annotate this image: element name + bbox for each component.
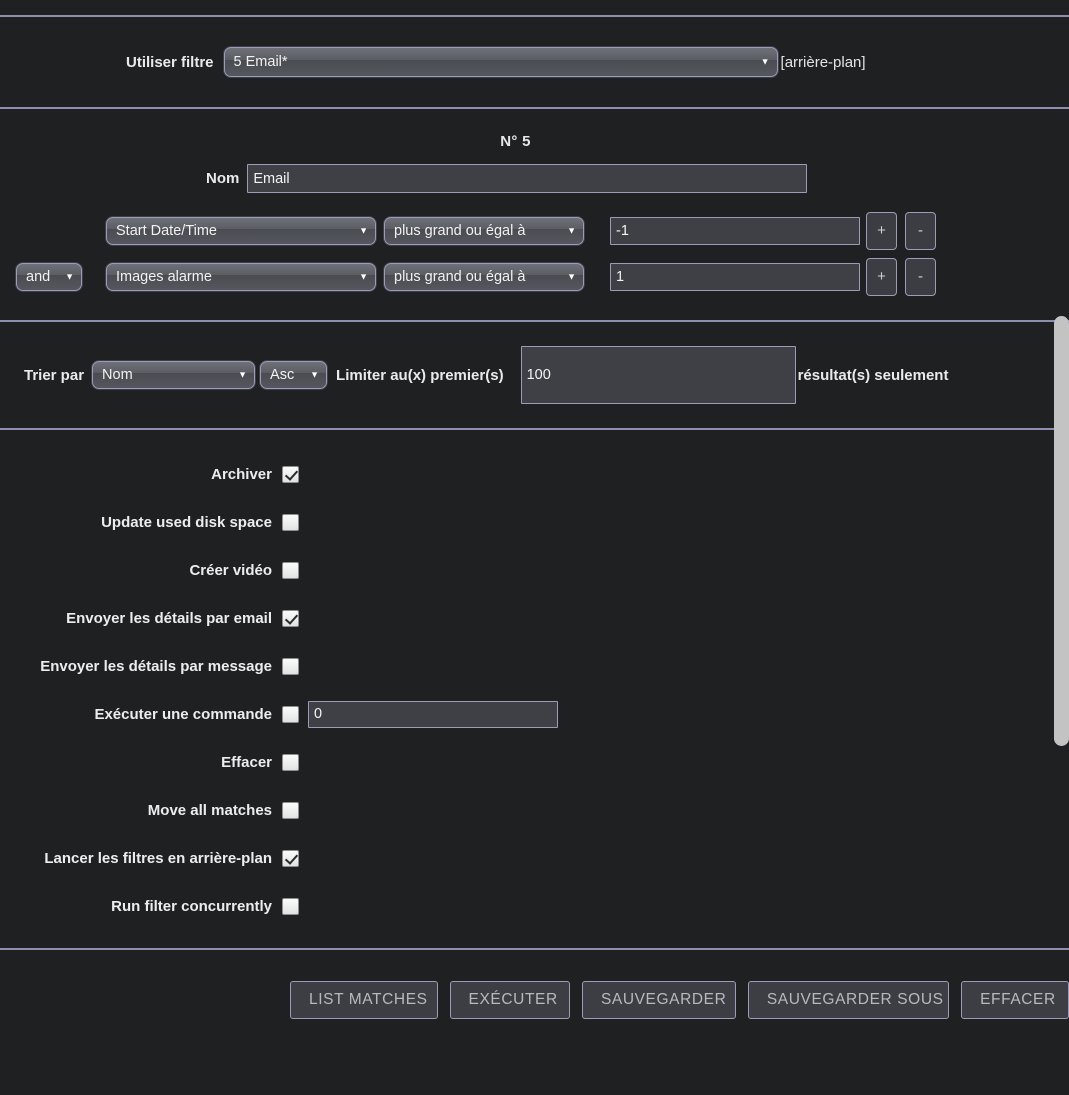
condition-operator-cell-2: plus grand ou égal à ▼ (384, 263, 592, 291)
condition-value-input-2[interactable] (610, 263, 860, 291)
chevron-down-icon: ▼ (359, 271, 368, 282)
add-condition-button-2[interactable]: + (866, 258, 897, 296)
remove-condition-button-1[interactable]: - (905, 212, 936, 250)
use-filter-select-value: 5 Email* (233, 54, 288, 70)
sort-direction-select[interactable]: Asc ▼ (260, 361, 328, 389)
execute-button[interactable]: EXÉCUTER (449, 981, 570, 1019)
chevron-down-icon: ▼ (359, 225, 368, 236)
condition-row: and ▼ Images alarme ▼ plus grand ou égal… (0, 258, 1069, 296)
execute-command-input[interactable] (308, 700, 558, 728)
condition-conjunction-select-2[interactable]: and ▼ (16, 263, 82, 291)
use-filter-label: Utiliser filtre (126, 53, 214, 71)
chevron-down-icon: ▼ (760, 56, 770, 67)
add-condition-button-1[interactable]: + (866, 212, 897, 250)
condition-row: Start Date/Time ▼ plus grand ou égal à ▼… (0, 212, 1069, 250)
action-checkbox-move-all-matches[interactable] (282, 801, 299, 819)
action-label-update-disk-space: Update used disk space (101, 513, 272, 531)
chevron-down-icon: ▼ (65, 271, 74, 282)
condition-value-cell-2 (592, 263, 866, 291)
chevron-down-icon: ▼ (567, 271, 576, 282)
condition-operator-value-2: plus grand ou égal à (394, 269, 526, 285)
action-checkbox-execute-command[interactable] (282, 705, 299, 723)
filter-number-title: N° 5 (500, 133, 531, 150)
condition-value-cell-1 (592, 217, 866, 245)
action-label-email-details: Envoyer les détails par email (66, 609, 272, 627)
vertical-scrollbar-thumb[interactable] (1054, 316, 1069, 746)
action-row-archiver: Archiver (0, 450, 1069, 498)
filter-name-label: Nom (206, 170, 240, 187)
action-checkbox-message-details[interactable] (282, 657, 299, 675)
condition-conjunction-slot-2: and ▼ (0, 263, 106, 291)
actions-list: Archiver Update used disk space Créer vi… (0, 430, 1069, 948)
condition-field-select-2[interactable]: Images alarme ▼ (106, 263, 376, 291)
chevron-down-icon: ▼ (310, 369, 320, 380)
condition-field-cell-1: Start Date/Time ▼ (106, 217, 384, 245)
condition-buttons-2: + - (866, 258, 936, 296)
chevron-down-icon: ▼ (567, 225, 576, 236)
filter-name-input[interactable] (247, 164, 808, 193)
action-label-execute-command: Exécuter une commande (94, 705, 272, 723)
top-spacer (0, 0, 1069, 15)
sort-field-value: Nom (102, 367, 133, 383)
limit-label: Limiter au(x) premier(s) (336, 366, 504, 384)
condition-operator-value-1: plus grand ou égal à (394, 223, 526, 239)
condition-conjunction-value-2: and (26, 269, 51, 285)
condition-field-value-2: Images alarme (116, 269, 212, 285)
action-row-creer-video: Créer vidéo (0, 546, 1069, 594)
chevron-down-icon: ▼ (238, 369, 248, 380)
filter-name-row: Nom (0, 164, 1069, 193)
use-filter-row: Utiliser filtre 5 Email* ▼ [arrière-plan… (0, 17, 1069, 107)
action-row-email-details: Envoyer les détails par email (0, 594, 1069, 642)
condition-value-input-1[interactable] (610, 217, 860, 245)
action-row-move-all-matches: Move all matches (0, 786, 1069, 834)
action-label-effacer: Effacer (221, 753, 272, 771)
action-label-archiver: Archiver (211, 465, 272, 483)
sort-direction-value: Asc (270, 367, 295, 383)
filter-editor-page: Utiliser filtre 5 Email* ▼ [arrière-plan… (0, 0, 1069, 1095)
save-button[interactable]: SAUVEGARDER (581, 981, 736, 1019)
action-checkbox-run-concurrently[interactable] (282, 897, 299, 915)
action-label-run-concurrently: Run filter concurrently (111, 897, 272, 915)
action-checkbox-update-disk-space[interactable] (282, 513, 299, 531)
limit-input[interactable] (520, 346, 796, 404)
filter-detail-block: N° 5 Nom Start Date/Time ▼ plus grand ou… (0, 109, 1069, 320)
background-note: [arrière-plan] (780, 53, 866, 71)
action-row-execute-command: Exécuter une commande (0, 690, 1069, 738)
action-row-run-concurrently: Run filter concurrently (0, 882, 1069, 930)
action-button-bar: LIST MATCHES EXÉCUTER SAUVEGARDER SAUVEG… (0, 950, 1069, 1019)
action-row-effacer: Effacer (0, 738, 1069, 786)
action-label-run-background: Lancer les filtres en arrière-plan (44, 849, 272, 867)
action-checkbox-effacer[interactable] (282, 753, 299, 771)
action-label-message-details: Envoyer les détails par message (40, 657, 272, 675)
action-checkbox-archiver[interactable] (282, 465, 299, 483)
action-checkbox-email-details[interactable] (282, 609, 299, 627)
condition-field-select-1[interactable]: Start Date/Time ▼ (106, 217, 376, 245)
action-label-creer-video: Créer vidéo (189, 561, 272, 579)
condition-field-value-1: Start Date/Time (116, 223, 217, 239)
condition-operator-select-1[interactable]: plus grand ou égal à ▼ (384, 217, 584, 245)
sort-by-label: Trier par (24, 366, 85, 384)
action-checkbox-creer-video[interactable] (282, 561, 299, 579)
condition-buttons-1: + - (866, 212, 936, 250)
condition-operator-select-2[interactable]: plus grand ou égal à ▼ (384, 263, 584, 291)
action-row-update-disk-space: Update used disk space (0, 498, 1069, 546)
condition-field-cell-2: Images alarme ▼ (106, 263, 384, 291)
remove-condition-button-2[interactable]: - (905, 258, 936, 296)
sort-limit-row: Trier par Nom ▼ Asc ▼ Limiter au(x) prem… (0, 322, 1069, 428)
action-row-message-details: Envoyer les détails par message (0, 642, 1069, 690)
condition-operator-cell-1: plus grand ou égal à ▼ (384, 217, 592, 245)
action-row-run-background: Lancer les filtres en arrière-plan (0, 834, 1069, 882)
save-as-button[interactable]: SAUVEGARDER SOUS (747, 981, 950, 1019)
sort-field-select[interactable]: Nom ▼ (92, 361, 256, 389)
delete-button[interactable]: EFFACER (961, 981, 1069, 1019)
limit-suffix-label: résultat(s) seulement (797, 366, 949, 384)
action-label-move-all-matches: Move all matches (147, 801, 272, 819)
use-filter-select[interactable]: 5 Email* ▼ (223, 47, 778, 77)
list-matches-button[interactable]: LIST MATCHES (290, 981, 438, 1019)
action-checkbox-run-background[interactable] (282, 849, 299, 867)
